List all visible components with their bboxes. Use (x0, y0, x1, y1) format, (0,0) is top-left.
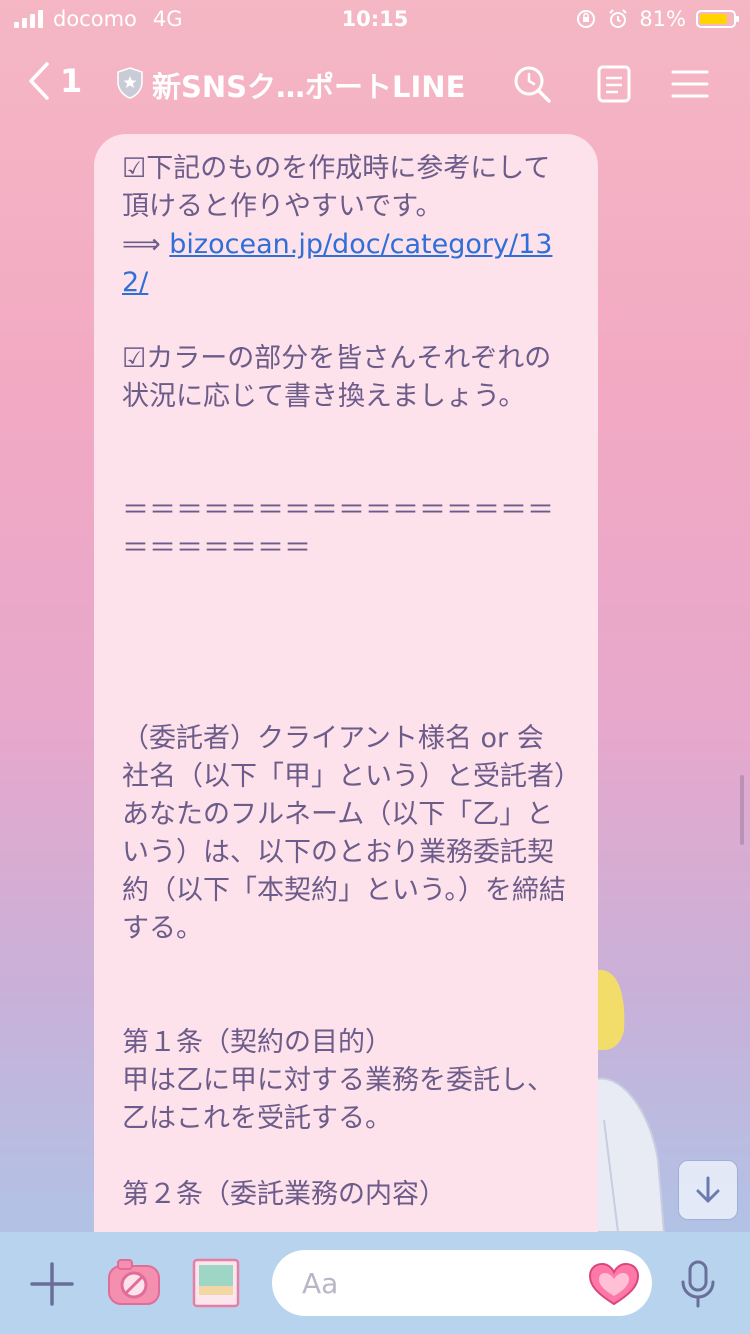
search-icon[interactable] (512, 64, 552, 104)
chat-header: 1 新SNSク…ポートLINE (0, 40, 750, 128)
article-1-body: 甲は乙に甲に対する業務を委託し、乙はこれを受託する。 (122, 1065, 554, 1134)
menu-icon[interactable] (670, 64, 710, 104)
chevron-left-icon (29, 62, 49, 100)
message-line-reference: ☑下記のものを作成時に参考にして頂けると作りやすいです。 (122, 153, 551, 222)
status-bar: docomo 4G 10:15 81% (0, 0, 750, 40)
plus-icon[interactable] (30, 1262, 74, 1306)
arrow-down-icon (696, 1176, 720, 1203)
back-button[interactable]: 1 (28, 62, 82, 100)
message-link-line: ⟹ bizocean.jp/doc/category/132/ (122, 226, 570, 302)
heart-emoji-icon[interactable] (588, 1262, 640, 1306)
notes-icon[interactable] (594, 64, 634, 104)
article-2-title: 第２条（委託業務の内容） (122, 1179, 446, 1210)
character-illustration (591, 970, 666, 1232)
camera-icon[interactable] (106, 1256, 162, 1308)
battery-percent: 81% (639, 7, 686, 31)
article-1-title: 第１条（契約の目的） (122, 1027, 392, 1058)
mic-icon[interactable] (680, 1260, 716, 1308)
battery-icon (696, 10, 739, 28)
alarm-icon (609, 9, 628, 28)
input-bar (0, 1232, 750, 1334)
contract-intro-paragraph: （委託者）クライアント様名 or 会社名（以下「甲」という）と受託者）あなたのフ… (122, 723, 568, 944)
separator-line: ＝＝＝＝＝＝＝＝＝＝＝＝＝＝＝＝＝＝＝＝＝＝＝ (122, 495, 554, 564)
reference-link[interactable]: bizocean.jp/doc/category/132/ (122, 229, 552, 298)
unread-count: 1 (60, 62, 83, 100)
message-line-color-note: ☑カラーの部分を皆さんそれぞれの状況に応じて書き換えましょう。 (122, 343, 552, 412)
orientation-lock-icon (577, 10, 596, 28)
scroll-to-bottom-button[interactable] (678, 1160, 738, 1220)
message-bubble: ☑下記のものを作成時に参考にして頂けると作りやすいです。 ⟹ bizocean.… (94, 134, 598, 1264)
chat-title: 新SNSク…ポートLINE (152, 70, 466, 104)
status-right: 81% (575, 7, 739, 31)
shield-icon (117, 67, 143, 99)
scrollbar[interactable] (740, 775, 744, 845)
arrow-glyph: ⟹ (122, 229, 170, 260)
photo-icon[interactable] (192, 1258, 240, 1308)
